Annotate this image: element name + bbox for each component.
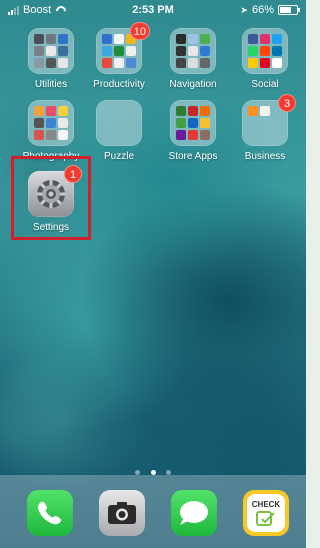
folder-utilities[interactable]: Utilities (21, 28, 81, 90)
camera-app[interactable] (99, 490, 145, 536)
folder-icon (170, 28, 216, 74)
check-pencil-icon (256, 511, 275, 526)
app-label: Navigation (169, 79, 217, 90)
app-label: Store Apps (168, 151, 218, 162)
folder-icon: 10 (96, 22, 150, 74)
dock: CHECK (0, 475, 306, 548)
status-right: ➤ 66% (240, 4, 300, 16)
folder-puzzle[interactable]: Puzzle (89, 100, 149, 162)
phone-app[interactable] (27, 490, 73, 536)
folder-icon (170, 100, 216, 146)
folder-icon (28, 100, 74, 146)
location-icon: ➤ (240, 4, 248, 15)
app-label: Business (244, 151, 286, 162)
camera-icon (108, 502, 136, 524)
app-label: Social (251, 79, 279, 90)
folder-icon: 3 (242, 94, 296, 146)
settings-highlight-box (11, 156, 91, 240)
battery-percent: 66% (251, 4, 274, 16)
messages-app[interactable] (171, 490, 217, 536)
app-label: Productivity (93, 79, 145, 90)
folder-icon (96, 100, 142, 146)
folder-icon (242, 28, 288, 74)
notification-badge: 3 (278, 94, 296, 112)
check-app[interactable]: CHECK (243, 490, 289, 536)
battery-icon (278, 5, 300, 15)
status-bar: Boost 2:53 PM ➤ 66% (0, 0, 306, 22)
check-app-text: CHECK (251, 500, 281, 509)
app-label: Puzzle (103, 151, 134, 162)
phone-icon (37, 501, 62, 525)
folder-navigation[interactable]: Navigation (163, 28, 223, 90)
app-label: Utilities (34, 79, 68, 90)
folder-business[interactable]: 3 Business (235, 94, 296, 162)
home-screen: Boost 2:53 PM ➤ 66% Utilities 10 Product… (0, 0, 306, 548)
folder-photography[interactable]: Photography (21, 100, 81, 162)
notification-badge: 10 (129, 22, 150, 40)
folder-productivity[interactable]: 10 Productivity (89, 22, 150, 90)
folder-social[interactable]: Social (235, 28, 295, 90)
folder-store-apps[interactable]: Store Apps (163, 100, 223, 162)
messages-icon (180, 501, 208, 525)
folder-icon (28, 28, 74, 74)
